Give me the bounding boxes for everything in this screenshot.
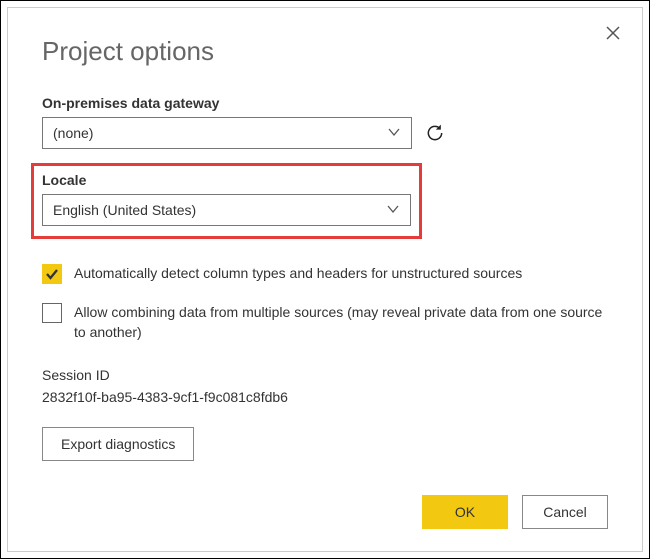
gateway-select-value: (none) <box>53 125 93 141</box>
gateway-row: (none) <box>42 117 608 149</box>
gateway-label: On-premises data gateway <box>42 95 608 111</box>
session-id-label: Session ID <box>42 367 608 383</box>
export-row: Export diagnostics <box>42 427 608 461</box>
auto-detect-row: Automatically detect column types and he… <box>42 263 608 284</box>
refresh-gateway-button[interactable] <box>424 122 446 144</box>
project-options-dialog: Project options On-premises data gateway… <box>7 7 643 552</box>
dialog-footer: OK Cancel <box>422 495 608 529</box>
gateway-select[interactable]: (none) <box>42 117 412 149</box>
ok-button[interactable]: OK <box>422 495 508 529</box>
export-diagnostics-button[interactable]: Export diagnostics <box>42 427 194 461</box>
session-id-value: 2832f10f-ba95-4383-9cf1-f9c081c8fdb6 <box>42 389 608 405</box>
locale-label: Locale <box>42 172 411 188</box>
allow-combining-label: Allow combining data from multiple sourc… <box>74 302 608 343</box>
dialog-title: Project options <box>42 36 608 67</box>
refresh-icon <box>425 123 445 143</box>
auto-detect-label: Automatically detect column types and he… <box>74 263 522 283</box>
locale-select[interactable]: English (United States) <box>42 194 411 226</box>
locale-highlight: Locale English (United States) <box>31 163 422 239</box>
chevron-down-icon <box>386 202 400 219</box>
close-button[interactable] <box>602 22 624 44</box>
cancel-button[interactable]: Cancel <box>522 495 608 529</box>
check-icon <box>45 267 59 281</box>
auto-detect-checkbox[interactable] <box>42 264 62 284</box>
chevron-down-icon <box>387 125 401 142</box>
locale-select-value: English (United States) <box>53 202 196 218</box>
allow-combining-row: Allow combining data from multiple sourc… <box>42 302 608 343</box>
screenshot-frame: Project options On-premises data gateway… <box>0 0 650 559</box>
close-icon <box>605 25 621 41</box>
allow-combining-checkbox[interactable] <box>42 303 62 323</box>
